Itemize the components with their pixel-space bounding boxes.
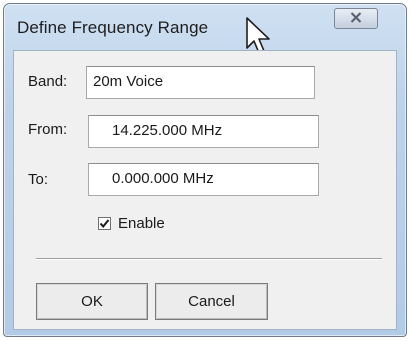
checkmark-icon: [99, 218, 110, 229]
from-frequency-input[interactable]: 14.225.000 MHz: [88, 115, 319, 148]
enable-label: Enable: [118, 215, 165, 232]
ok-button-label: OK: [81, 293, 103, 310]
dialog-body: Band: 20m Voice From: 14.225.000 MHz To:…: [13, 50, 397, 330]
band-label: Band:: [28, 73, 68, 90]
cancel-button[interactable]: Cancel: [155, 283, 268, 320]
close-button[interactable]: [334, 8, 378, 29]
separator: [36, 258, 382, 260]
from-label: From:: [28, 121, 68, 138]
band-input[interactable]: 20m Voice: [86, 66, 315, 99]
close-icon: [350, 11, 362, 26]
to-frequency-input[interactable]: 0.000.000 MHz: [88, 163, 319, 196]
dialog-title: Define Frequency Range: [17, 18, 209, 37]
cancel-button-label: Cancel: [188, 293, 235, 310]
enable-checkbox[interactable]: [98, 217, 111, 230]
dialog-window: Define Frequency Range Band: 20m Voice F…: [3, 3, 407, 337]
ok-button[interactable]: OK: [36, 283, 148, 320]
to-label: To:: [28, 171, 49, 188]
